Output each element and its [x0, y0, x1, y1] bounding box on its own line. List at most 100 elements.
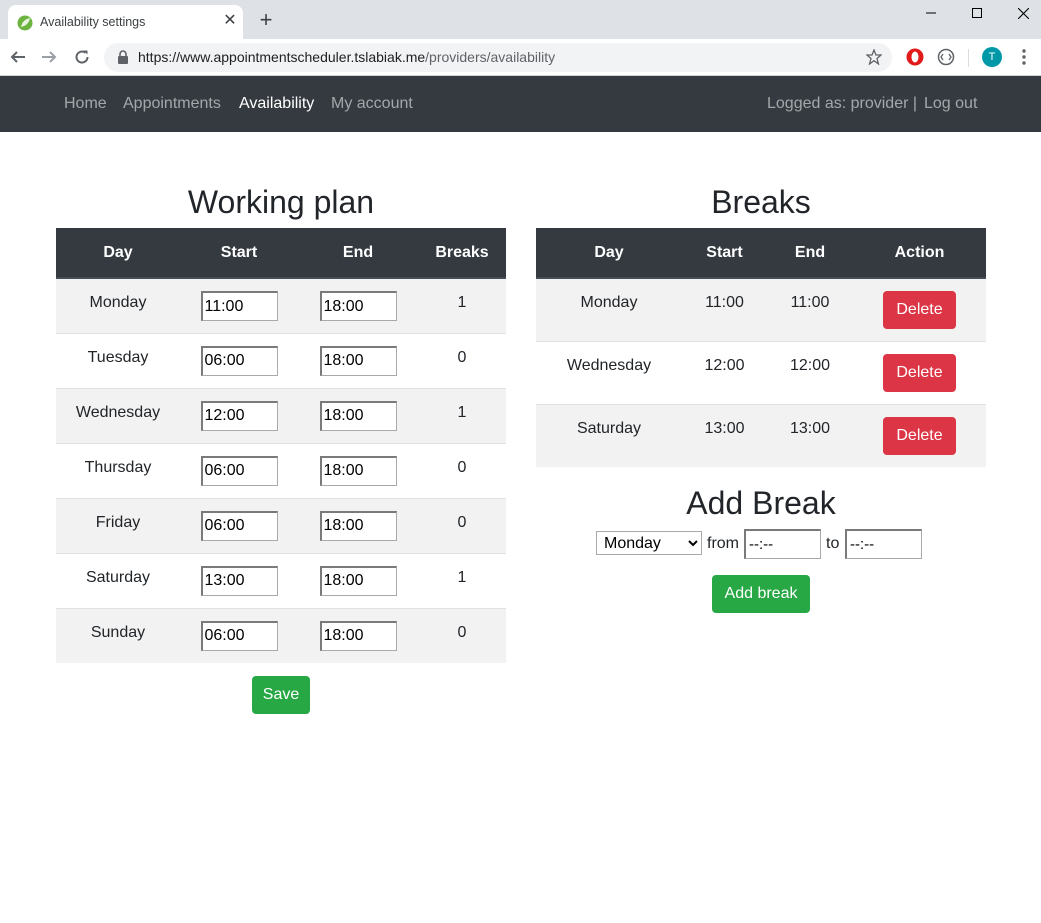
day-cell: Sunday: [56, 607, 180, 663]
start-cell: 11:00: [682, 277, 767, 341]
spring-leaf-icon: [17, 15, 33, 31]
delete-button[interactable]: Delete: [883, 291, 956, 329]
extension-icon[interactable]: [936, 47, 956, 67]
breaks-count: 1: [418, 552, 506, 608]
back-arrow-icon[interactable]: [7, 46, 29, 68]
end-time-input[interactable]: [319, 291, 397, 321]
table-row: Friday 0: [56, 497, 506, 553]
url-host: https://www.appointmentscheduler.tslabia…: [138, 49, 426, 65]
more-menu-icon[interactable]: [1014, 47, 1034, 67]
add-break-button[interactable]: Add break: [712, 575, 810, 613]
column-header-start: Start: [180, 228, 298, 279]
profile-avatar[interactable]: T: [982, 47, 1002, 67]
column-header-day: Day: [56, 228, 180, 279]
column-header-action: Action: [853, 228, 986, 279]
day-cell: Wednesday: [56, 387, 180, 443]
table-row: Saturday 13:00 13:00 Delete: [536, 403, 986, 467]
maximize-icon[interactable]: [954, 0, 1000, 26]
table-row: Wednesday 12:00 12:00 Delete: [536, 340, 986, 404]
end-time-input[interactable]: [319, 510, 397, 541]
table-row: Wednesday 1: [56, 387, 506, 443]
start-cell: [180, 442, 298, 498]
start-cell: 13:00: [682, 403, 767, 467]
address-bar[interactable]: https://www.appointmentscheduler.tslabia…: [104, 43, 892, 72]
url-path: /providers/availability: [425, 49, 556, 65]
start-cell: 12:00: [682, 340, 767, 404]
end-cell: [298, 387, 418, 443]
action-cell: Delete: [853, 277, 986, 341]
start-cell: [180, 607, 298, 663]
start-time-input[interactable]: [200, 620, 278, 651]
reload-icon[interactable]: [71, 46, 93, 68]
end-cell: 12:00: [767, 340, 853, 404]
column-header-start: Start: [682, 228, 767, 279]
nav-my-account[interactable]: My account: [331, 95, 413, 113]
end-cell: [298, 497, 418, 553]
end-time-input[interactable]: [319, 400, 397, 431]
action-cell: Delete: [853, 403, 986, 467]
day-select[interactable]: Monday: [596, 531, 702, 555]
end-cell: [298, 277, 418, 333]
close-tab-icon[interactable]: ✕: [221, 12, 239, 30]
nav-logout[interactable]: Log out: [924, 95, 977, 113]
breaks-table: Day Start End Action Monday 11:00 11:00 …: [536, 228, 986, 467]
day-cell: Friday: [56, 497, 180, 553]
start-cell: [180, 332, 298, 388]
new-tab-icon[interactable]: +: [255, 9, 277, 31]
end-cell: [298, 607, 418, 663]
browser-tab[interactable]: Availability settings ✕: [8, 5, 243, 39]
start-time-input[interactable]: [200, 565, 278, 596]
breaks-count: 0: [418, 607, 506, 663]
browser-toolbar: https://www.appointmentscheduler.tslabia…: [0, 39, 1041, 76]
breaks-count: 0: [418, 442, 506, 498]
action-cell: Delete: [853, 340, 986, 404]
to-label: to: [826, 535, 840, 552]
breaks-count: 0: [418, 497, 506, 553]
close-window-icon[interactable]: [1000, 0, 1041, 26]
nav-home[interactable]: Home: [64, 95, 107, 113]
end-time-input[interactable]: [319, 565, 397, 596]
working-plan-table: Day Start End Breaks Monday 1 Tuesday 0 …: [56, 228, 506, 663]
day-cell: Monday: [56, 277, 180, 333]
column-header-day: Day: [536, 228, 682, 279]
nav-appointments[interactable]: Appointments: [123, 95, 221, 113]
url-text: https://www.appointmentscheduler.tslabia…: [138, 49, 555, 65]
end-time-input[interactable]: [319, 455, 397, 486]
delete-button[interactable]: Delete: [883, 353, 956, 392]
start-time-input[interactable]: [200, 345, 278, 376]
day-cell: Saturday: [536, 403, 682, 467]
bookmark-star-icon[interactable]: [864, 47, 884, 67]
table-row: Monday 11:00 11:00 Delete: [536, 277, 986, 341]
start-time-input[interactable]: [200, 400, 278, 431]
browser-tabstrip: Availability settings ✕ +: [0, 0, 1041, 39]
end-cell: 11:00: [767, 277, 853, 341]
column-header-breaks: Breaks: [418, 228, 506, 279]
start-time-input[interactable]: [200, 510, 278, 541]
toolbar-separator: [968, 49, 969, 67]
end-time-input[interactable]: [319, 345, 397, 376]
end-time-input[interactable]: [319, 620, 397, 651]
table-row: Sunday 0: [56, 607, 506, 663]
end-cell: [298, 442, 418, 498]
opera-extension-icon[interactable]: [905, 47, 925, 67]
lock-icon: [118, 50, 128, 64]
table-row: Monday 1: [56, 277, 506, 333]
break-to-input[interactable]: [845, 529, 922, 559]
save-button[interactable]: Save: [252, 676, 310, 714]
breaks-title: Breaks: [711, 184, 811, 220]
break-from-input[interactable]: [744, 529, 821, 559]
day-cell: Monday: [536, 277, 682, 341]
start-time-input[interactable]: [200, 291, 278, 321]
minimize-icon[interactable]: [908, 0, 954, 26]
forward-arrow-icon[interactable]: [38, 46, 60, 68]
end-cell: [298, 332, 418, 388]
start-time-input[interactable]: [200, 455, 278, 486]
breaks-count: 0: [418, 332, 506, 388]
day-cell: Wednesday: [536, 340, 682, 404]
table-row: Thursday 0: [56, 442, 506, 498]
day-cell: Thursday: [56, 442, 180, 498]
nav-availability[interactable]: Availability: [239, 95, 314, 113]
logged-as-text: Logged as: provider |: [767, 95, 918, 112]
delete-button[interactable]: Delete: [883, 416, 956, 455]
table-row: Saturday 1: [56, 552, 506, 608]
